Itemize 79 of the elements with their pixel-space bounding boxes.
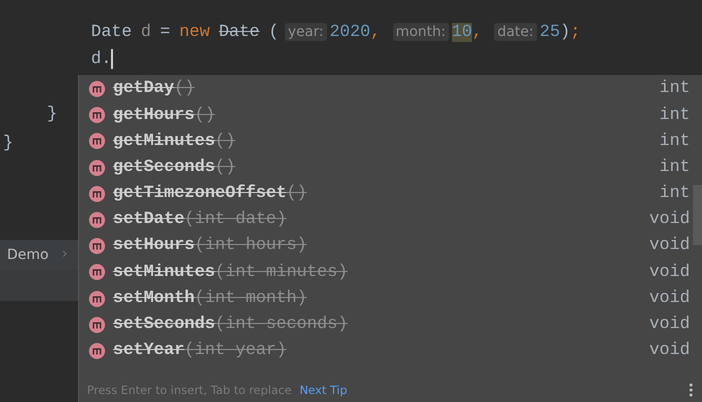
completion-item[interactable]: setHours(int hours) void	[79, 233, 702, 260]
method-icon	[89, 160, 105, 176]
completion-item[interactable]: getSeconds() int	[79, 154, 702, 181]
method-params: ()	[194, 104, 216, 127]
method-name: setDate	[113, 209, 184, 232]
method-name: getTimezoneOffset	[113, 183, 286, 206]
method-name: getHours	[113, 104, 195, 127]
class-name: Date	[218, 23, 260, 42]
method-params: ()	[215, 156, 236, 179]
method-name: setYear	[113, 340, 184, 362]
breadcrumb-bar[interactable]: Demo ›	[0, 240, 78, 270]
code-token: }	[47, 105, 58, 124]
return-type: int	[659, 78, 690, 100]
method-icon	[89, 238, 105, 254]
return-type: void	[649, 340, 690, 362]
method-params: (int date)	[184, 209, 286, 232]
method-params: (int seconds)	[215, 314, 348, 336]
return-type: void	[649, 209, 690, 232]
completion-item[interactable]: setDate(int date) void	[79, 206, 702, 234]
method-params: (int minutes)	[215, 262, 348, 284]
number-literal: 25	[540, 23, 560, 42]
method-icon	[89, 186, 105, 202]
method-params: ()	[174, 78, 195, 100]
method-icon	[89, 264, 105, 280]
number-literal: 10	[452, 23, 472, 42]
method-params: ()	[215, 130, 236, 153]
punctuation: ,	[370, 23, 381, 42]
completion-item[interactable]: setMonth(int month) void	[79, 286, 702, 312]
completion-item[interactable]: getHours() int	[79, 102, 702, 128]
parameter-hint: year:	[284, 23, 327, 41]
method-params: ()	[286, 183, 307, 206]
completion-item[interactable]: getDay() int	[79, 76, 702, 102]
variable-name: d	[140, 23, 152, 42]
punctuation: ,	[472, 23, 482, 42]
number-literal: 2020	[330, 23, 370, 42]
return-type: int	[659, 183, 690, 206]
method-icon	[89, 107, 105, 124]
return-type: void	[649, 314, 690, 336]
method-name: getMinutes	[113, 130, 216, 153]
completion-item[interactable]: setSeconds(int seconds) void	[79, 312, 702, 338]
next-tip-link[interactable]: Next Tip	[300, 382, 348, 400]
method-name: getDay	[113, 78, 174, 100]
parameter-hint: month:	[392, 23, 449, 41]
parenthesis: )	[560, 23, 570, 42]
method-name: setHours	[113, 235, 195, 258]
breadcrumb-label[interactable]: Demo	[7, 245, 49, 266]
chevron-icon: ›	[62, 244, 68, 265]
method-name: setSeconds	[113, 314, 216, 336]
completion-item[interactable]: setYear(int year) void	[79, 338, 702, 364]
punctuation: ;	[570, 23, 580, 42]
return-type: int	[659, 130, 690, 153]
code-token: Date	[91, 23, 132, 42]
method-params: (int hours)	[194, 235, 307, 258]
method-icon	[89, 212, 105, 228]
method-name: setMinutes	[113, 262, 216, 284]
method-icon	[89, 316, 105, 333]
completion-item[interactable]: setMinutes(int minutes) void	[79, 259, 702, 286]
code-token: }	[3, 134, 14, 153]
method-name: getSeconds	[113, 156, 216, 179]
method-icon	[89, 133, 105, 150]
more-icon[interactable]	[689, 383, 693, 397]
parameter-hint: date:	[494, 23, 537, 41]
method-params: (int year)	[184, 340, 286, 362]
keyword: new	[179, 23, 210, 42]
return-type: void	[649, 288, 690, 310]
completion-item[interactable]: getTimezoneOffset() int	[79, 180, 702, 207]
method-icon	[89, 342, 105, 359]
method-params: (int month)	[194, 288, 307, 310]
method-icon	[89, 290, 105, 307]
return-type: void	[649, 262, 690, 284]
operator: =	[160, 23, 170, 42]
return-type: int	[659, 104, 690, 127]
parenthesis: (	[268, 23, 279, 42]
return-type: int	[659, 156, 690, 179]
method-name: setMonth	[113, 288, 195, 310]
completion-item[interactable]: getMinutes() int	[79, 128, 702, 155]
return-type: void	[649, 235, 690, 258]
method-icon	[89, 81, 105, 98]
code-token: d.	[91, 50, 112, 69]
